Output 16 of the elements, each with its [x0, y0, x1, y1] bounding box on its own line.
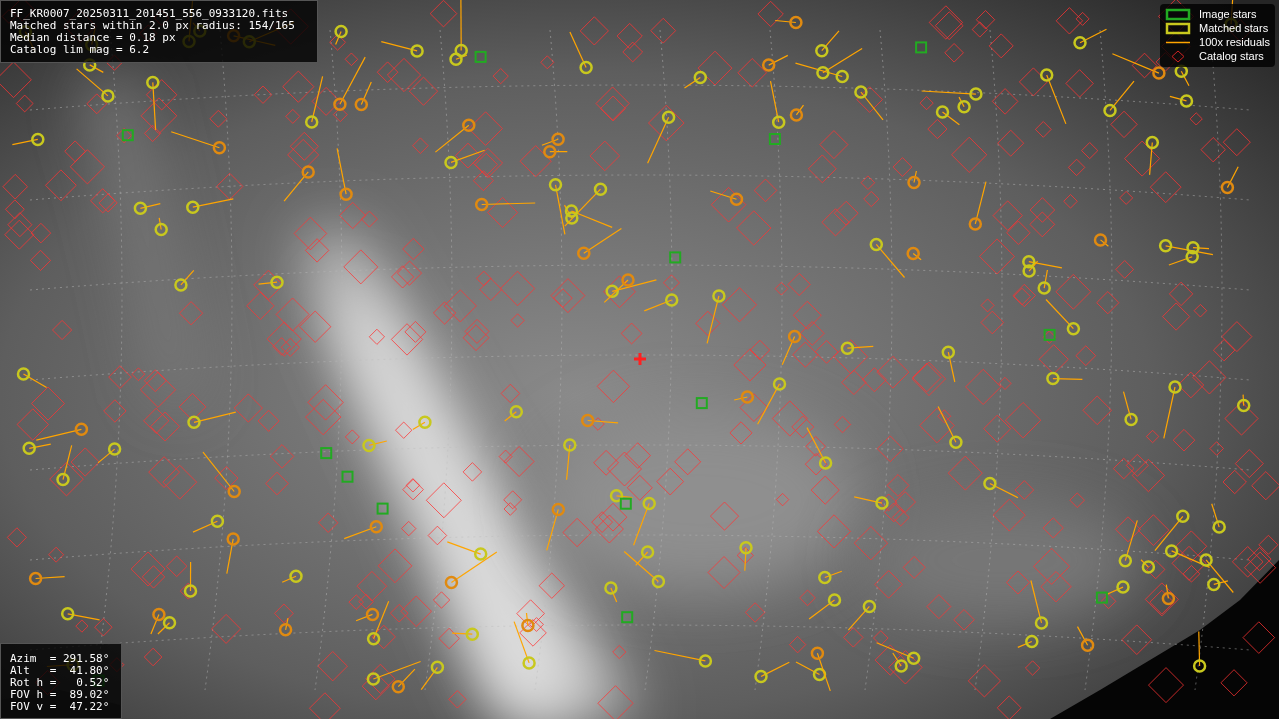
pointing-text: FOV h = 89.02°: [10, 689, 111, 701]
pointing-text: Rot h = 0.52°: [10, 677, 111, 689]
legend-label: Matched stars: [1199, 22, 1269, 35]
info-text: Median distance = 0.18 px: [10, 32, 177, 44]
info-text: FF_KR0007_20250311_201451_556_0933120.fits: [10, 8, 290, 20]
pointing-text: Alt = 41.80°: [10, 665, 111, 677]
legend-label: Catalog stars: [1199, 50, 1264, 63]
info-text: Catalog lim mag = 6.2: [10, 44, 151, 56]
pointing-text: Azim = 291.58°: [10, 653, 111, 665]
legend-label: 100x residuals: [1199, 36, 1270, 49]
legend-swatch-icon: [1165, 22, 1192, 35]
legend-swatch-icon: [1165, 8, 1192, 21]
legend-label: Image stars: [1199, 8, 1257, 21]
center-cross-icon: [634, 353, 646, 365]
pointing-text: FOV v = 47.22°: [10, 701, 111, 713]
info-text: Matched stars within 2.0 px radius: 154/165: [10, 20, 296, 32]
